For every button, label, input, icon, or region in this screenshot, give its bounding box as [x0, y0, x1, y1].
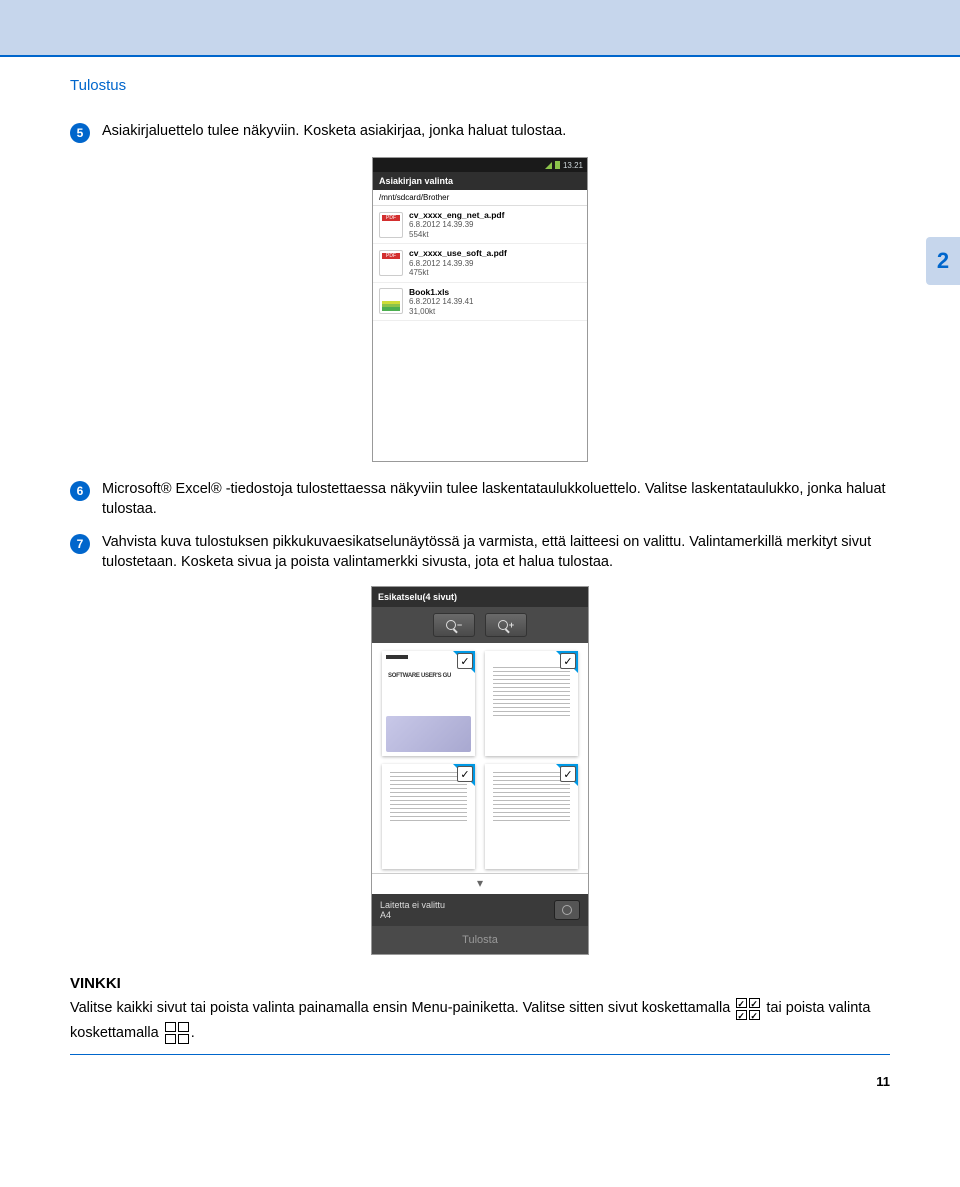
text-lines	[493, 667, 570, 717]
tip-heading: VINKKI	[70, 975, 890, 992]
page-thumbnail[interactable]: ✓	[485, 651, 578, 756]
blank-area	[373, 321, 587, 461]
file-info: cv_xxxx_eng_net_a.pdf 6.8.2012 14.39.39 …	[409, 210, 504, 239]
file-row[interactable]: cv_xxxx_eng_net_a.pdf 6.8.2012 14.39.39 …	[373, 206, 587, 244]
camera-icon[interactable]	[554, 900, 580, 920]
file-size: 31,00kt	[409, 307, 474, 317]
folder-path: /mnt/sdcard/Brother	[373, 190, 587, 206]
file-size: 475kt	[409, 268, 507, 278]
chevron-down-icon[interactable]: ▾	[372, 874, 588, 894]
page-number: 11	[876, 1074, 890, 1089]
device-status: Laitetta ei valittu	[380, 900, 445, 910]
device-info: Laitetta ei valittu A4	[380, 900, 445, 920]
tip-text-a: Valitse kaikki sivut tai poista valinta …	[70, 1000, 734, 1016]
keyboard-graphic	[386, 716, 471, 752]
file-date: 6.8.2012 14.39.39	[409, 259, 507, 269]
page-thumbnail[interactable]: SOFTWARE USER'S GU ✓	[382, 651, 475, 756]
file-info: cv_xxxx_use_soft_a.pdf 6.8.2012 14.39.39…	[409, 248, 507, 277]
top-band	[0, 0, 960, 55]
zoom-in-button[interactable]: +	[485, 613, 527, 637]
step-6: 6 Microsoft® Excel® -tiedostoja tulostet…	[70, 480, 890, 519]
step-text: Asiakirjaluettelo tulee näkyviin. Kosket…	[102, 122, 890, 142]
file-name: cv_xxxx_use_soft_a.pdf	[409, 248, 507, 258]
battery-icon	[555, 161, 560, 169]
file-date: 6.8.2012 14.39.39	[409, 220, 504, 230]
checkmark-icon: ✓	[560, 653, 576, 669]
file-name: Book1.xls	[409, 287, 474, 297]
section-tab: 2	[926, 237, 960, 285]
status-time: 13.21	[563, 161, 583, 170]
step-text: Vahvista kuva tulostuksen pikkukuvaesika…	[102, 533, 890, 572]
print-button[interactable]: Tulosta	[372, 926, 588, 954]
page-thumbnail[interactable]: ✓	[382, 764, 475, 869]
device-bar[interactable]: Laitetta ei valittu A4	[372, 894, 588, 926]
thumbnail-grid: SOFTWARE USER'S GU ✓ ✓ ✓ ✓	[372, 643, 588, 874]
android-statusbar: 13.21	[373, 158, 587, 172]
step-bullet: 7	[70, 534, 90, 554]
file-size: 554kt	[409, 230, 504, 240]
screen-title: Asiakirjan valinta	[373, 172, 587, 190]
screenshot-file-list: 13.21 Asiakirjan valinta /mnt/sdcard/Bro…	[372, 157, 588, 462]
deselect-all-icon	[165, 1022, 189, 1044]
file-date: 6.8.2012 14.39.41	[409, 297, 474, 307]
page-content: 2 Tulostus 5 Asiakirjaluettelo tulee näk…	[0, 77, 960, 1085]
step-text: Microsoft® Excel® -tiedostoja tulostetta…	[102, 480, 890, 519]
thumb-caption: SOFTWARE USER'S GU	[388, 673, 451, 679]
step-5: 5 Asiakirjaluettelo tulee näkyviin. Kosk…	[70, 122, 890, 143]
file-row[interactable]: cv_xxxx_use_soft_a.pdf 6.8.2012 14.39.39…	[373, 244, 587, 282]
preview-title: Esikatselu(4 sivut)	[372, 587, 588, 607]
file-name: cv_xxxx_eng_net_a.pdf	[409, 210, 504, 220]
select-all-icon	[736, 998, 760, 1020]
tip-body: Valitse kaikki sivut tai poista valinta …	[70, 996, 890, 1045]
step-bullet: 6	[70, 481, 90, 501]
paper-size: A4	[380, 910, 445, 920]
tip-rule	[70, 1054, 890, 1055]
magnifier-icon	[498, 620, 508, 630]
zoom-controls: − +	[372, 607, 588, 643]
step-7: 7 Vahvista kuva tulostuksen pikkukuvaesi…	[70, 533, 890, 572]
checkmark-icon: ✓	[457, 653, 473, 669]
brand-mark	[386, 655, 408, 659]
file-row[interactable]: Book1.xls 6.8.2012 14.39.41 31,00kt	[373, 283, 587, 321]
step-bullet: 5	[70, 123, 90, 143]
section-title: Tulostus	[70, 77, 890, 94]
checkmark-icon: ✓	[560, 766, 576, 782]
screenshot-preview: Esikatselu(4 sivut) − + SOFTWARE USER'S …	[371, 586, 589, 955]
signal-icon	[545, 162, 552, 169]
zoom-out-button[interactable]: −	[433, 613, 475, 637]
xls-icon	[379, 288, 403, 314]
file-info: Book1.xls 6.8.2012 14.39.41 31,00kt	[409, 287, 474, 316]
pdf-icon	[379, 250, 403, 276]
header-rule	[0, 55, 960, 57]
magnifier-icon	[446, 620, 456, 630]
pdf-icon	[379, 212, 403, 238]
page-thumbnail[interactable]: ✓	[485, 764, 578, 869]
checkmark-icon: ✓	[457, 766, 473, 782]
tip-text-c: .	[191, 1025, 195, 1041]
